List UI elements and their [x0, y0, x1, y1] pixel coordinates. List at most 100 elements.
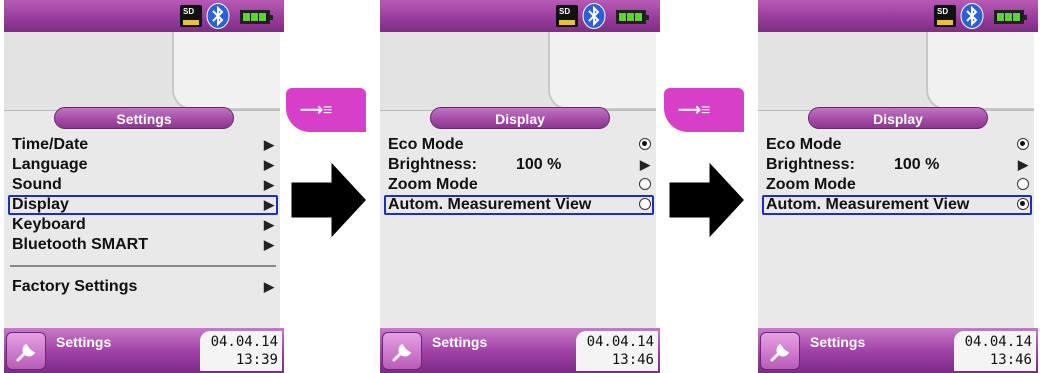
status-bar: SD [758, 0, 1038, 32]
date-label: 04.04.14 [964, 334, 1032, 350]
wrench-icon [770, 343, 790, 362]
menu-item-label: Sound [12, 176, 62, 193]
bottom-bar-title: Settings [432, 334, 488, 350]
menu-item-language[interactable]: Language ▶ [8, 155, 278, 175]
softkey-tab [548, 32, 656, 110]
bottom-bar-title: Settings [56, 334, 112, 350]
battery-icon [994, 10, 1027, 24]
menu-item-eco-mode[interactable]: Eco Mode [762, 135, 1032, 155]
submenu-arrow-icon: ▶ [1018, 157, 1028, 172]
submenu-arrow-icon: ▶ [264, 237, 274, 252]
date-label: 04.04.14 [210, 334, 278, 350]
time-label: 13:46 [989, 352, 1032, 368]
radio-unselected-icon[interactable] [639, 198, 651, 210]
date-label: 04.04.14 [586, 334, 654, 350]
menu-divider [10, 265, 276, 267]
menu-item-label: Zoom Mode [766, 176, 856, 193]
menu-item-zoom-mode[interactable]: Zoom Mode [384, 175, 654, 195]
menu-list: Eco Mode Brightness: 100 % ▶ Zoom Mode A… [762, 135, 1032, 215]
bluetooth-icon [206, 3, 230, 29]
menu-item-eco-mode[interactable]: Eco Mode [384, 135, 654, 155]
menu-item-label: Brightness: [766, 156, 855, 173]
radio-unselected-icon[interactable] [1017, 178, 1029, 190]
sd-card-icon: SD [934, 5, 956, 27]
bottom-bar: Settings 04.04.14 13:46 [380, 328, 660, 373]
radio-selected-icon[interactable] [1017, 138, 1029, 150]
wrench-icon [392, 343, 412, 362]
status-bar: SD [380, 0, 660, 32]
bluetooth-icon [960, 3, 984, 29]
menu-list: Time/Date ▶ Language ▶ Sound ▶ Display ▶… [8, 135, 278, 297]
submenu-arrow-icon: ▶ [640, 157, 650, 172]
arrow-right-icon [666, 155, 749, 245]
submenu-arrow-icon: ▶ [264, 279, 274, 294]
date-time: 04.04.14 13:39 [200, 331, 282, 371]
enter-key-button[interactable]: ⟶≡ [664, 88, 744, 132]
sd-card-icon: SD [556, 5, 578, 27]
softkey-tab [926, 32, 1034, 110]
time-label: 13:46 [611, 352, 654, 368]
menu-item-label: Display [12, 196, 69, 213]
battery-icon [240, 10, 273, 24]
radio-unselected-icon[interactable] [639, 178, 651, 190]
menu-item-label: Zoom Mode [388, 176, 478, 193]
radio-selected-icon[interactable] [639, 138, 651, 150]
battery-icon [616, 10, 649, 24]
header-area [758, 32, 1034, 110]
submenu-arrow-icon: ▶ [264, 177, 274, 192]
menu-item-brightness[interactable]: Brightness: 100 % ▶ [384, 155, 654, 175]
menu-item-label: Time/Date [12, 136, 89, 153]
menu-item-label: Autom. Measurement View [766, 196, 970, 213]
header-area [380, 32, 656, 110]
menu-item-brightness[interactable]: Brightness: 100 % ▶ [762, 155, 1032, 175]
time-label: 13:39 [235, 352, 278, 368]
bottom-bar-title: Settings [810, 334, 866, 350]
bluetooth-icon [582, 3, 606, 29]
device-screen-display: SD Display Eco Mode Brightness: 100 % ▶ … [380, 0, 660, 373]
menu-item-keyboard[interactable]: Keyboard ▶ [8, 215, 278, 235]
submenu-arrow-icon: ▶ [264, 157, 274, 172]
date-time: 04.04.14 13:46 [954, 331, 1036, 371]
menu-item-bluetooth-smart[interactable]: Bluetooth SMART ▶ [8, 235, 278, 255]
submenu-arrow-icon: ▶ [264, 137, 274, 152]
menu-title: Settings [54, 107, 234, 129]
status-bar: SD [4, 0, 284, 32]
bottom-bar: Settings 04.04.14 13:39 [4, 328, 284, 373]
menu-item-zoom-mode[interactable]: Zoom Mode [762, 175, 1032, 195]
submenu-arrow-icon: ▶ [264, 217, 274, 232]
submenu-arrow-icon: ▶ [264, 197, 274, 212]
menu-title: Display [808, 107, 988, 129]
menu-item-sound[interactable]: Sound ▶ [8, 175, 278, 195]
arrow-right-icon [288, 155, 371, 245]
wrench-icon [16, 343, 36, 362]
menu-item-autom-measurement-view[interactable]: Autom. Measurement View [384, 195, 654, 215]
menu-item-autom-measurement-view[interactable]: Autom. Measurement View [762, 195, 1032, 215]
menu-item-label: Eco Mode [388, 136, 464, 153]
radio-selected-icon[interactable] [1017, 198, 1029, 210]
header-area [4, 32, 280, 110]
menu-item-label: Eco Mode [766, 136, 842, 153]
menu-item-label: Language [12, 156, 88, 173]
menu-item-label: Bluetooth SMART [12, 236, 148, 253]
menu-item-label: Brightness: [388, 156, 477, 173]
menu-item-label: Factory Settings [12, 278, 138, 295]
menu-panel: Display Eco Mode Brightness: 100 % ▶ Zoo… [758, 107, 1034, 329]
enter-key-icon: ⟶≡ [678, 102, 711, 119]
enter-key-icon: ⟶≡ [300, 102, 333, 119]
menu-item-label: Autom. Measurement View [388, 196, 592, 213]
brightness-value: 100 % [516, 156, 562, 173]
sd-card-icon: SD [180, 5, 202, 27]
menu-title: Display [430, 107, 610, 129]
date-time: 04.04.14 13:46 [576, 331, 658, 371]
bottom-bar: Settings 04.04.14 13:46 [758, 328, 1038, 373]
menu-panel: Display Eco Mode Brightness: 100 % ▶ Zoo… [380, 107, 656, 329]
settings-button[interactable] [6, 332, 46, 370]
menu-item-factory-settings[interactable]: Factory Settings ▶ [8, 277, 278, 297]
settings-button[interactable] [760, 332, 800, 370]
enter-key-button[interactable]: ⟶≡ [286, 88, 366, 132]
settings-button[interactable] [382, 332, 422, 370]
menu-item-display[interactable]: Display ▶ [8, 195, 278, 215]
menu-item-time-date[interactable]: Time/Date ▶ [8, 135, 278, 155]
menu-list: Eco Mode Brightness: 100 % ▶ Zoom Mode A… [384, 135, 654, 215]
menu-panel: Settings Time/Date ▶ Language ▶ Sound ▶ … [4, 107, 280, 329]
